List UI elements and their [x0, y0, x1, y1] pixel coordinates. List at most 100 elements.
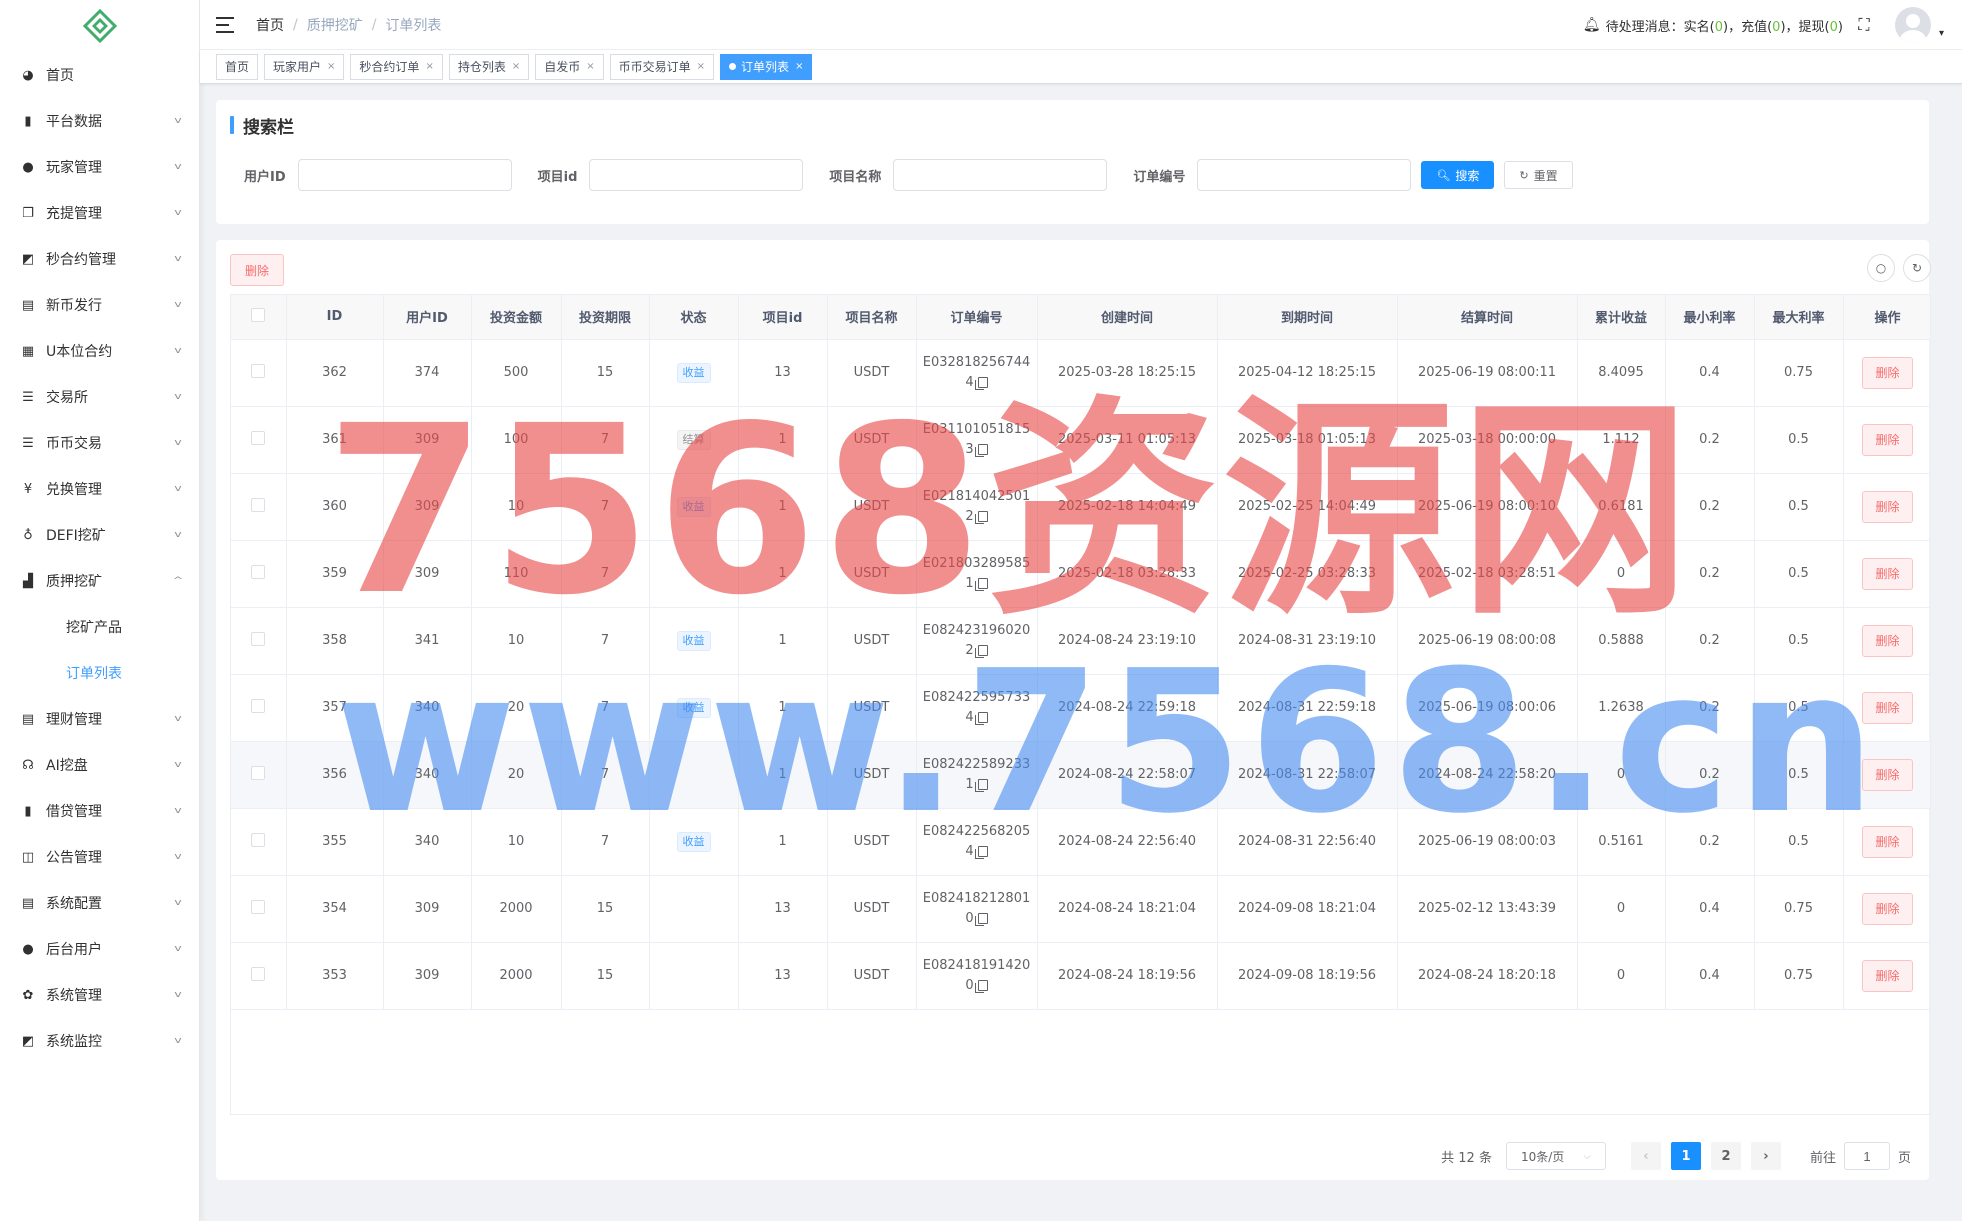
project-name-input[interactable] [893, 159, 1108, 191]
close-icon[interactable]: × [697, 61, 705, 72]
close-icon[interactable]: × [586, 61, 594, 72]
tab-tag[interactable]: 首页 [216, 53, 259, 80]
tab-tag[interactable]: 订单列表 × [720, 53, 813, 80]
table-row[interactable]: 358 341 10 7 收益 1 USDT E0824231960202 2024-08-24… [231, 607, 1930, 675]
page-number-button[interactable]: 2 [1710, 1142, 1741, 1170]
tab-tag[interactable]: 玩家用户 × [264, 53, 345, 80]
row-checkbox[interactable] [251, 832, 266, 847]
sidebar-item[interactable]: ▮ 平台数据 v [0, 98, 199, 144]
delete-button[interactable]: 删除 [1862, 423, 1913, 456]
column-header[interactable]: ID [286, 295, 384, 340]
column-header[interactable]: 用户ID [383, 295, 472, 340]
delete-button[interactable]: 删除 [1862, 758, 1913, 791]
copy-icon[interactable] [974, 510, 988, 524]
table-row[interactable]: 360 309 10 7 收益 1 USDT E0218140425012 2025-02-18… [231, 473, 1930, 541]
copy-icon[interactable] [974, 711, 988, 725]
next-page-button[interactable]: › [1750, 1142, 1781, 1170]
row-checkbox[interactable] [251, 765, 266, 780]
delete-button[interactable]: 删除 [1862, 959, 1913, 992]
column-header[interactable]: 项目id [738, 295, 828, 340]
close-icon[interactable]: × [512, 61, 520, 72]
sidebar-item[interactable]: ▤ 理财管理 v [0, 696, 199, 742]
batch-delete-button[interactable]: 删除 [230, 254, 285, 286]
logo[interactable] [0, 0, 199, 52]
sidebar-item[interactable]: ♁ DEFI挖矿 v [0, 512, 199, 558]
sidebar-item[interactable]: ▦ U本位合约 v [0, 328, 199, 374]
delete-button[interactable]: 删除 [1862, 892, 1913, 925]
tab-tag[interactable]: 持仓列表 × [448, 53, 530, 80]
delete-button[interactable]: 删除 [1862, 557, 1913, 590]
column-header[interactable]: 最小利率 [1665, 295, 1755, 340]
close-icon[interactable]: × [795, 61, 803, 72]
table-row[interactable]: 359 309 110 7 1 USDT E0218032895851 2025-02-18 … [231, 540, 1930, 608]
goto-page-input[interactable] [1843, 1142, 1890, 1170]
sidebar-item[interactable]: ● 后台用户 v [0, 926, 199, 972]
row-checkbox[interactable] [251, 430, 266, 445]
table-row[interactable]: 362 374 500 15 收益 13 USDT E0328182567444 2025-03… [231, 339, 1930, 407]
sidebar-item[interactable]: ◩ 秒合约管理 v [0, 236, 199, 282]
row-checkbox[interactable] [251, 899, 266, 914]
delete-button[interactable]: 删除 [1862, 825, 1913, 858]
delete-button[interactable]: 删除 [1862, 490, 1913, 523]
column-header[interactable]: 创建时间 [1037, 295, 1218, 340]
table-row[interactable]: 354 309 2000 15 13 USDT E0824182128010 2024-08-… [231, 875, 1930, 943]
row-checkbox[interactable] [251, 966, 266, 981]
prev-page-button[interactable]: ‹ [1630, 1142, 1661, 1170]
select-all-checkbox[interactable] [251, 307, 266, 322]
user-id-input[interactable] [297, 159, 512, 191]
column-header[interactable]: 到期时间 [1217, 295, 1398, 340]
hamburger-icon[interactable] [216, 16, 234, 33]
sidebar-item[interactable]: ◫ 公告管理 v [0, 834, 199, 880]
column-header[interactable]: 项目名称 [827, 295, 917, 340]
copy-icon[interactable] [974, 577, 988, 591]
reset-button[interactable]: ↻ 重置 [1504, 161, 1573, 189]
copy-icon[interactable] [974, 778, 988, 792]
column-header[interactable]: 投资金额 [471, 295, 562, 340]
sidebar-item[interactable]: ☰ 交易所 v [0, 374, 199, 420]
sidebar-item[interactable]: ▟ 质押挖矿 ^ [0, 558, 199, 604]
bell-icon[interactable]: 🔔︎ [1583, 17, 1601, 33]
table-row[interactable]: 357 340 20 7 收益 1 USDT E0824225957334 2024-08-24… [231, 674, 1930, 742]
copy-icon[interactable] [974, 376, 988, 390]
column-header[interactable]: 投资期限 [561, 295, 650, 340]
order-no-input[interactable] [1197, 159, 1412, 191]
delete-button[interactable]: 删除 [1862, 624, 1913, 657]
copy-icon[interactable] [974, 644, 988, 658]
table-row[interactable]: 355 340 10 7 收益 1 USDT E0824225682054 2024-08-24… [231, 808, 1930, 876]
sidebar-item[interactable]: ● 玩家管理 v [0, 144, 199, 190]
delete-button[interactable]: 删除 [1862, 356, 1913, 389]
refresh-icon[interactable]: ↻ [1903, 254, 1931, 282]
row-checkbox[interactable] [251, 497, 266, 512]
avatar[interactable] [1894, 7, 1931, 43]
delete-button[interactable]: 删除 [1862, 691, 1913, 724]
sidebar-subitem[interactable]: 挖矿产品 [0, 604, 199, 650]
column-header[interactable]: 状态 [649, 295, 739, 340]
search-button[interactable]: 🔍︎ 搜索 [1421, 161, 1495, 189]
breadcrumb-item[interactable]: 首页 [256, 15, 284, 35]
row-checkbox[interactable] [251, 363, 266, 378]
sidebar-item[interactable]: ✿ 系统管理 v [0, 972, 199, 1018]
row-checkbox[interactable] [251, 564, 266, 579]
sidebar-item[interactable]: ❐ 充提管理 v [0, 190, 199, 236]
copy-icon[interactable] [974, 443, 988, 457]
close-icon[interactable]: × [327, 61, 335, 72]
table-row[interactable]: 353 309 2000 15 13 USDT E0824181914200 2024-08-… [231, 942, 1930, 1010]
table-row[interactable]: 361 309 100 7 结算 1 USDT E0311010518153 2025-03-1… [231, 406, 1930, 474]
page-size-select[interactable]: 10条/页 ⌵ [1505, 1142, 1606, 1170]
copy-icon[interactable] [974, 912, 988, 926]
row-checkbox[interactable] [251, 631, 266, 646]
project-id-input[interactable] [589, 159, 804, 191]
toggle-search-icon[interactable]: ○ [1867, 254, 1895, 282]
table-row[interactable]: 356 340 20 7 1 USDT E0824225892331 2024-08-24 2… [231, 741, 1930, 809]
column-header[interactable]: 结算时间 [1397, 295, 1578, 340]
copy-icon[interactable] [974, 979, 988, 993]
close-icon[interactable]: × [425, 61, 433, 72]
row-checkbox[interactable] [251, 698, 266, 713]
caret-down-icon[interactable]: ▾ [1939, 28, 1944, 39]
pending-notice[interactable]: 待处理消息：实名(0)，充值(0)，提现(0) [1606, 16, 1843, 35]
sidebar-subitem[interactable]: 订单列表 [0, 650, 199, 696]
sidebar-item[interactable]: ☊ AI挖盘 v [0, 742, 199, 788]
sidebar-item[interactable]: ◩ 系统监控 v [0, 1018, 199, 1064]
sidebar-item[interactable]: ◕ 首页 [0, 52, 199, 98]
column-header[interactable]: 累计收益 [1577, 295, 1666, 340]
